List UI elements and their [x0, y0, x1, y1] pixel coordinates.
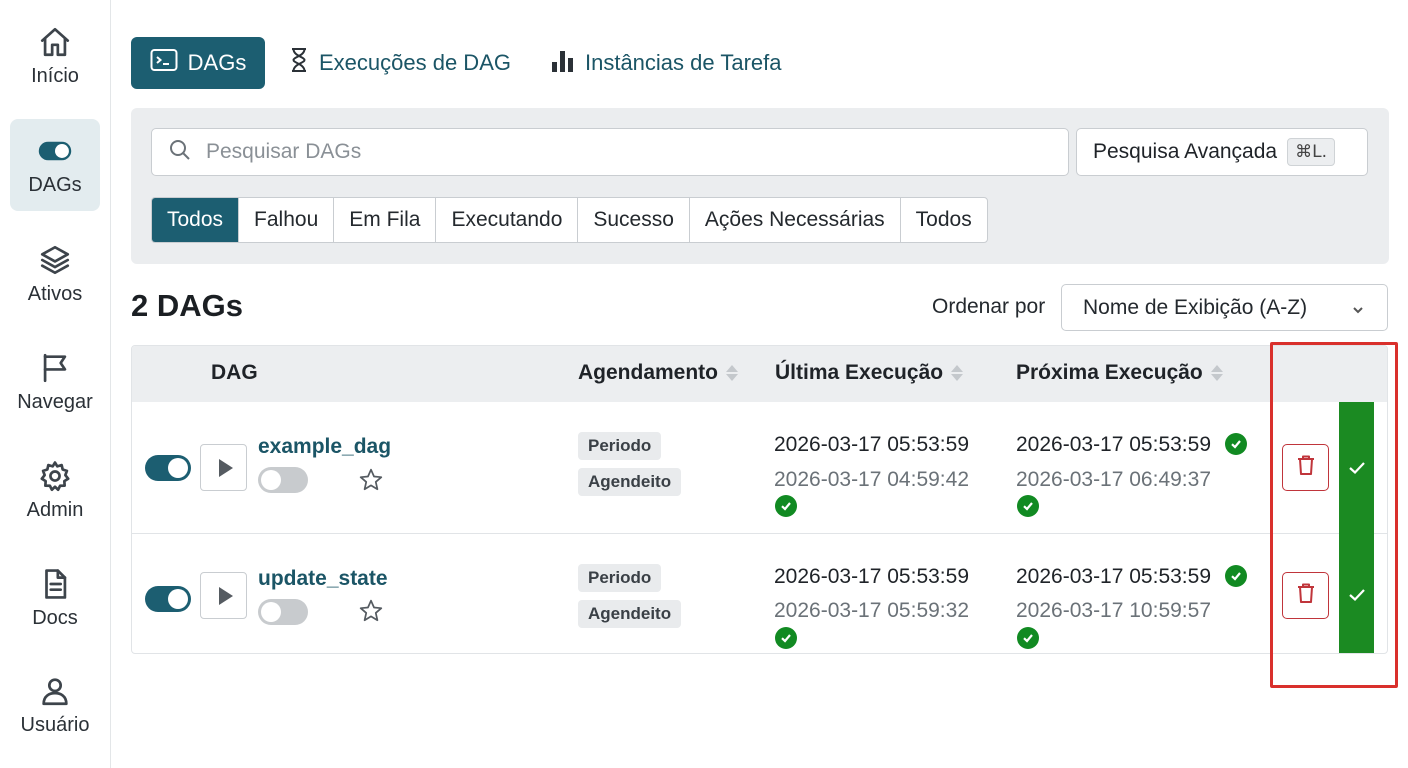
hourglass-icon: [289, 47, 309, 79]
column-label: Próxima Execução: [1016, 361, 1203, 384]
toggle-icon: [38, 134, 72, 168]
tab-dag-runs[interactable]: Execuções de DAG: [289, 47, 511, 79]
success-check-icon: [1017, 495, 1039, 517]
column-label: DAG: [211, 361, 258, 384]
terminal-icon: [150, 48, 178, 78]
last-run-time: 2026-03-17 05:53:59: [774, 565, 969, 588]
search-placeholder: Pesquisar DAGs: [206, 140, 362, 163]
gear-icon: [38, 459, 72, 493]
column-dag[interactable]: DAG: [211, 361, 258, 385]
sort-icon: [951, 365, 964, 381]
filter-all[interactable]: Todos: [152, 198, 240, 242]
column-schedule[interactable]: Agendamento: [578, 361, 739, 385]
sort-select-value: Nome de Exibição (A-Z): [1083, 295, 1308, 319]
dag-table: DAG Agendamento Última Execução Próxima …: [131, 345, 1388, 654]
schedule-badge: Periodo: [578, 432, 662, 460]
next-run-time: 2026-03-17 05:53:59: [1016, 433, 1211, 456]
filter-needs-action[interactable]: Ações Necessárias: [690, 198, 901, 242]
sidebar-item-admin[interactable]: Admin: [10, 444, 100, 536]
sidebar-item-usuario[interactable]: Usuário: [10, 659, 100, 751]
highlight-box: [1270, 342, 1398, 688]
play-icon: [218, 586, 233, 605]
tab-label: DAGs: [187, 50, 247, 75]
sidebar-item-label: Docs: [32, 606, 78, 629]
next-run-time: 2026-03-17 05:53:59: [1016, 565, 1211, 588]
sidebar-item-inicio[interactable]: Início: [10, 10, 100, 102]
sort-icon: [1210, 365, 1223, 381]
sidebar-item-label: Ativos: [27, 282, 83, 305]
sidebar-item-label: DAGs: [28, 173, 82, 196]
bar-chart-icon: [551, 47, 575, 79]
star-icon[interactable]: [358, 467, 384, 498]
filter-failed[interactable]: Falhou: [239, 198, 335, 242]
search-input[interactable]: Pesquisar DAGs: [151, 128, 1069, 176]
filter-running[interactable]: Executando: [436, 198, 579, 242]
next-run-sub-time: 2026-03-17 06:49:37: [1016, 468, 1211, 491]
keyboard-shortcut: ⌘L.: [1287, 138, 1335, 166]
sidebar: Início DAGs Ativos Navegar Admin Docs Us…: [0, 0, 111, 768]
user-icon: [38, 674, 72, 708]
flag-icon: [38, 351, 72, 385]
dag-count: 2 DAGs: [131, 288, 243, 323]
sidebar-item-ativos[interactable]: Ativos: [10, 228, 100, 320]
dag-secondary-toggle[interactable]: [258, 467, 308, 493]
play-icon: [218, 458, 233, 477]
layers-icon: [38, 243, 72, 277]
success-check-icon: [1017, 627, 1039, 649]
schedule-badge: Periodo: [578, 564, 662, 592]
schedule-badge: Agendeito: [578, 468, 682, 496]
sidebar-item-docs[interactable]: Docs: [10, 552, 100, 644]
dag-name-link[interactable]: example_dag: [258, 435, 391, 459]
sort-label: Ordenar por: [932, 295, 1046, 318]
tab-dags[interactable]: DAGs: [131, 37, 265, 89]
search-icon: [168, 138, 192, 167]
sidebar-item-navegar[interactable]: Navegar: [10, 336, 100, 428]
filter-queued[interactable]: Em Fila: [334, 198, 437, 242]
sidebar-item-dags[interactable]: DAGs: [10, 119, 100, 211]
tab-task-instances[interactable]: Instâncias de Tarefa: [551, 47, 782, 79]
sort-select[interactable]: Nome de Exibição (A-Z): [1061, 284, 1388, 331]
trigger-dag-button[interactable]: [200, 572, 247, 619]
dag-name-link[interactable]: update_state: [258, 567, 388, 591]
column-label: Agendamento: [578, 361, 719, 384]
success-check-icon: [1225, 565, 1247, 587]
home-icon: [38, 25, 72, 59]
star-icon[interactable]: [358, 598, 384, 629]
sidebar-item-label: Navegar: [17, 390, 93, 413]
schedule-badge: Agendeito: [578, 600, 682, 628]
filter-panel: Pesquisar DAGs Pesquisa Avançada ⌘L. Tod…: [131, 108, 1389, 264]
trigger-dag-button[interactable]: [200, 444, 247, 491]
success-check-icon: [775, 627, 797, 649]
sidebar-item-label: Admin: [26, 498, 84, 521]
advanced-search-label: Pesquisa Avançada: [1093, 140, 1278, 163]
filter-success[interactable]: Sucesso: [578, 198, 690, 242]
dag-enable-toggle[interactable]: [145, 586, 191, 612]
column-label: Última Execução: [775, 361, 944, 384]
next-run-sub-time: 2026-03-17 10:59:57: [1016, 599, 1211, 622]
tab-label: Instâncias de Tarefa: [584, 50, 782, 75]
sidebar-item-label: Usuário: [20, 713, 90, 736]
dag-secondary-toggle[interactable]: [258, 599, 308, 625]
chevron-down-icon: [1351, 299, 1365, 323]
top-tabs: DAGs Execuções de DAG Instâncias de Tare…: [131, 37, 781, 89]
last-run-time: 2026-03-17 05:53:59: [774, 433, 969, 456]
success-check-icon: [775, 495, 797, 517]
last-run-sub-time: 2026-03-17 04:59:42: [774, 468, 969, 491]
dag-enable-toggle[interactable]: [145, 455, 191, 481]
table-row: update_state Periodo Agendeito 2026-03-1…: [132, 534, 1387, 653]
filter-all-2[interactable]: Todos: [901, 198, 987, 242]
success-check-icon: [1225, 433, 1247, 455]
state-filter-group: Todos Falhou Em Fila Executando Sucesso …: [151, 197, 988, 243]
sort-icon: [726, 365, 739, 381]
tab-label: Execuções de DAG: [319, 50, 511, 75]
document-icon: [38, 567, 72, 601]
column-last-run[interactable]: Última Execução: [775, 361, 964, 385]
last-run-sub-time: 2026-03-17 05:59:32: [774, 599, 969, 622]
advanced-search-button[interactable]: Pesquisa Avançada ⌘L.: [1076, 128, 1368, 176]
sidebar-item-label: Início: [31, 64, 79, 87]
column-next-run[interactable]: Próxima Execução: [1016, 361, 1223, 385]
table-header: DAG Agendamento Última Execução Próxima …: [132, 346, 1387, 402]
table-row: example_dag Periodo Agendeito 2026-03-17…: [132, 402, 1387, 534]
